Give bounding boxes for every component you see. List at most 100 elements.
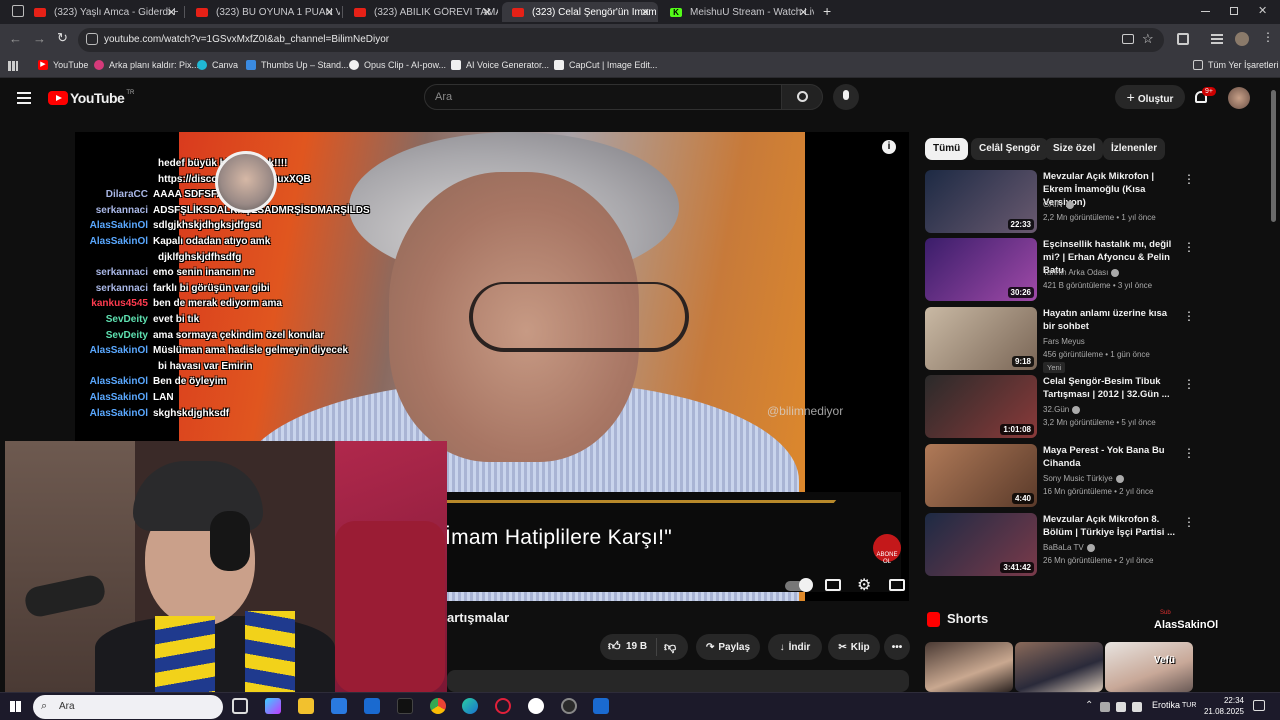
miniplayer-icon[interactable]: [889, 579, 905, 591]
forward-icon[interactable]: →: [33, 31, 46, 46]
chip-for-you[interactable]: Size özel: [1045, 138, 1104, 160]
edge-icon[interactable]: [462, 698, 478, 714]
like-count[interactable]: 19 B: [626, 641, 647, 652]
apps-grid-icon[interactable]: [8, 61, 18, 71]
video-title[interactable]: Mevzular Açık Mikrofon 8. Bölüm | Türkiy…: [1043, 513, 1175, 539]
close-icon[interactable]: ✕: [483, 6, 492, 19]
chip-watched[interactable]: İzlenenler: [1103, 138, 1166, 160]
page-scrollbar[interactable]: [1271, 90, 1276, 222]
taskbar-search[interactable]: ⌕ Ara: [33, 695, 223, 719]
settings-gear-icon[interactable]: ⚙: [857, 575, 871, 595]
related-video-card[interactable]: 9:18 Hayatın anlamı üzerine kısa bir sohb…: [925, 307, 1195, 373]
short-thumbnail[interactable]: [1105, 642, 1193, 692]
related-video-card[interactable]: 30:26 Eşcinsellik hastalık mı, değil mi? …: [925, 238, 1195, 302]
clip-button[interactable]: ✂ Klip: [828, 634, 880, 660]
bookmark-opus-clip[interactable]: Opus Clip - AI-pow...: [349, 60, 446, 70]
thumbs-up-icon[interactable]: 👍︎: [608, 639, 621, 654]
video-thumbnail[interactable]: 3:41:42: [925, 513, 1037, 576]
all-bookmarks-folder[interactable]: Tüm Yer İşaretleri: [1193, 60, 1279, 70]
bookmark-capcut[interactable]: CapCut | Image Edit...: [554, 60, 657, 70]
video-thumbnail[interactable]: 22:33: [925, 170, 1037, 233]
profile-avatar[interactable]: [1235, 32, 1249, 46]
more-options-icon[interactable]: ⋮: [1183, 240, 1195, 254]
bookmark-ai-voice[interactable]: AI Voice Generator...: [451, 60, 549, 70]
close-icon[interactable]: ✕: [167, 6, 176, 19]
related-video-card[interactable]: 1:01:08 Celal Şengör-Besim Tibuk Tartışma…: [925, 375, 1195, 439]
browser-tab-1[interactable]: (323) Yaşlı Amca - Giderdi Hoşçakal ✕: [24, 2, 184, 22]
tray-app-icon[interactable]: [1116, 702, 1126, 712]
video-thumbnail[interactable]: 9:18: [925, 307, 1037, 370]
video-title[interactable]: Celal Şengör-Besim Tibuk Tartışması | 20…: [1043, 375, 1175, 401]
video-thumbnail[interactable]: 30:26: [925, 238, 1037, 301]
more-options-icon[interactable]: ⋮: [1183, 309, 1195, 323]
close-icon[interactable]: ✕: [641, 6, 650, 19]
video-title[interactable]: Hayatın anlamı üzerine kısa bir sohbet: [1043, 307, 1175, 333]
hamburger-menu-icon[interactable]: [17, 92, 31, 94]
video-thumbnail[interactable]: 1:01:08: [925, 375, 1037, 438]
browser-menu-icon[interactable]: ⋮: [1262, 30, 1274, 44]
download-button[interactable]: ↓ İndir: [768, 634, 822, 660]
browser-tab-5[interactable]: K MeishuU Stream - Watch Live on Kick ✕: [660, 2, 816, 22]
close-icon[interactable]: ✕: [799, 6, 808, 19]
tray-app-icon[interactable]: [1100, 702, 1110, 712]
close-window-icon[interactable]: ✕: [1258, 4, 1267, 17]
copilot-icon[interactable]: [265, 698, 281, 714]
create-button[interactable]: + Oluştur: [1115, 85, 1185, 109]
related-video-card[interactable]: 4:40 Maya Perest - Yok Bana Bu Cihanda Son…: [925, 444, 1195, 508]
channel-name[interactable]: 32.Gün: [1043, 405, 1081, 414]
video-thumbnail[interactable]: 4:40: [925, 444, 1037, 507]
cast-icon[interactable]: [1122, 34, 1134, 44]
reload-icon[interactable]: ↻: [57, 30, 68, 46]
channel-name[interactable]: Tarihin Arka Odası: [1043, 268, 1120, 277]
account-avatar[interactable]: [1228, 87, 1250, 109]
file-explorer-icon[interactable]: [298, 698, 314, 714]
tray-app-icon[interactable]: [1132, 702, 1142, 712]
taskbar-clock[interactable]: 22:34 21.08.2025: [1196, 695, 1244, 717]
extensions-icon[interactable]: [1177, 33, 1189, 45]
more-options-icon[interactable]: ⋮: [1183, 172, 1195, 186]
share-button[interactable]: ↷ Paylaş: [696, 634, 760, 660]
more-options-icon[interactable]: ⋮: [1183, 377, 1195, 391]
close-icon[interactable]: ✕: [325, 6, 334, 19]
input-language[interactable]: TUR: [1182, 702, 1196, 709]
channel-name[interactable]: BaBaLa TV: [1043, 543, 1095, 552]
voice-search-button[interactable]: [833, 84, 859, 110]
new-tab-button[interactable]: +: [823, 3, 831, 19]
notification-center-icon[interactable]: [1253, 700, 1265, 711]
url-field[interactable]: youtube.com/watch?v=1GSvxMxfZ0I&ab_chann…: [78, 28, 1164, 52]
description-box[interactable]: [447, 670, 909, 692]
browser-tab-2[interactable]: (323) BU OYUNA 1 PUAN VERİN ✕: [186, 2, 342, 22]
obs-icon[interactable]: [561, 698, 577, 714]
youtube-logo[interactable]: YouTube TR: [48, 90, 134, 106]
video-title[interactable]: Maya Perest - Yok Bana Bu Cihanda: [1043, 444, 1175, 470]
outlook-icon[interactable]: [364, 698, 380, 714]
minimize-icon[interactable]: [1201, 11, 1210, 12]
browser-tab-active[interactable]: (323) Celal Şengör'ün İmam Hatip ✕: [502, 2, 658, 22]
channel-name[interactable]: GAİN: [1043, 200, 1074, 209]
bookmark-pixelcut[interactable]: Arka planı kaldır: Pix...: [94, 60, 199, 70]
maximize-icon[interactable]: [1230, 7, 1238, 15]
search-button[interactable]: [781, 84, 823, 110]
site-info-icon[interactable]: [86, 33, 98, 45]
bookmark-star-icon[interactable]: ☆: [1142, 31, 1154, 47]
short-thumbnail[interactable]: [1015, 642, 1103, 692]
tab-search-icon[interactable]: [12, 5, 24, 17]
browser-tab-3[interactable]: (323) ABİLİK GÖREVİ TAMAMLANDI ✕: [344, 2, 500, 22]
thumbs-down-icon[interactable]: 👎︎: [664, 640, 676, 655]
more-options-icon[interactable]: ⋮: [1183, 446, 1195, 460]
reading-list-icon[interactable]: [1211, 34, 1223, 36]
related-video-card[interactable]: 22:33 Mevzular Açık Mikrofon | Ekrem İmam…: [925, 170, 1195, 234]
tray-chevron-icon[interactable]: ⌃: [1085, 700, 1093, 711]
yandex-icon[interactable]: [528, 698, 544, 714]
bookmark-thumbs-up[interactable]: Thumbs Up – Stand...: [246, 60, 349, 70]
short-thumbnail[interactable]: [925, 642, 1013, 692]
channel-name[interactable]: Fars Meyus: [1043, 337, 1085, 346]
opera-icon[interactable]: [495, 698, 511, 714]
microsoft-store-icon[interactable]: [331, 698, 347, 714]
bookmark-canva[interactable]: Canva: [197, 60, 238, 70]
app-icon[interactable]: [593, 698, 609, 714]
back-icon[interactable]: ←: [9, 31, 22, 46]
info-icon[interactable]: i: [882, 140, 896, 154]
chrome-icon[interactable]: [430, 698, 446, 714]
related-video-card[interactable]: 3:41:42 Mevzular Açık Mikrofon 8. Bölüm |…: [925, 513, 1195, 577]
